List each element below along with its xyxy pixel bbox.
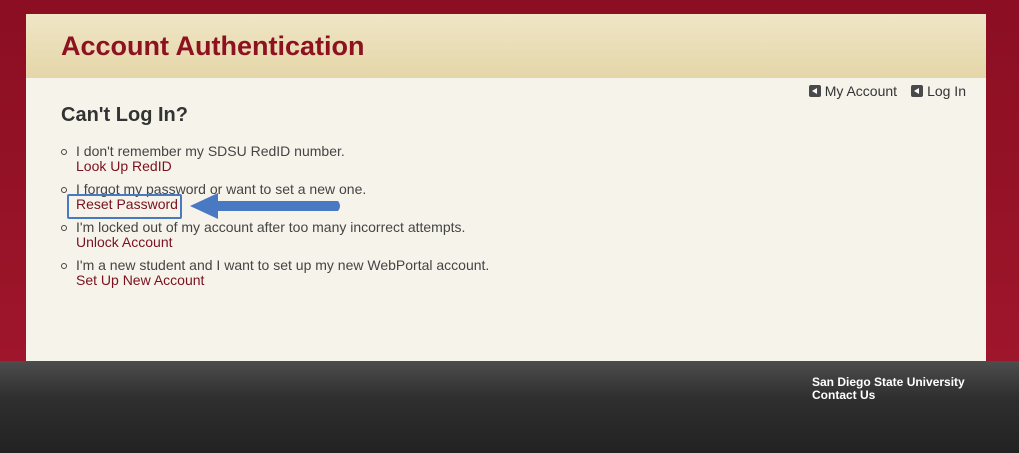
list-item: I'm locked out of my account after too m… — [61, 220, 489, 258]
footer-links: San Diego State University Contact Us — [812, 376, 965, 402]
section-heading: Can't Log In? — [61, 104, 188, 126]
look-up-redid-link[interactable]: Look Up RedID — [76, 159, 172, 174]
bullet-icon — [61, 263, 67, 269]
footer-shade-right — [986, 361, 1019, 453]
bullet-icon — [61, 225, 67, 231]
footer-shade-left — [0, 361, 26, 453]
bullet-icon — [61, 149, 67, 155]
pointer-arrow-icon — [190, 193, 340, 219]
reset-password-link[interactable]: Reset Password — [76, 197, 178, 212]
set-up-new-account-link[interactable]: Set Up New Account — [76, 273, 204, 288]
left-arrow-icon — [911, 85, 924, 97]
page-footer: San Diego State University Contact Us — [26, 361, 986, 453]
page-title: Account Authentication — [61, 31, 365, 61]
left-arrow-icon — [808, 85, 821, 97]
list-item: I don't remember my SDSU RedID number. L… — [61, 144, 489, 182]
item-description: I don't remember my SDSU RedID number. — [76, 143, 345, 159]
bullet-icon — [61, 187, 67, 193]
top-nav: My Account Log In — [808, 83, 966, 99]
my-account-link[interactable]: My Account — [808, 83, 898, 99]
log-in-link[interactable]: Log In — [911, 83, 966, 99]
unlock-account-link[interactable]: Unlock Account — [76, 235, 173, 250]
log-in-label: Log In — [927, 83, 966, 99]
contact-us-link[interactable]: Contact Us — [812, 389, 965, 402]
my-account-label: My Account — [824, 83, 898, 99]
page-header: Account Authentication — [26, 14, 986, 78]
item-description: I'm locked out of my account after too m… — [76, 219, 466, 235]
page-panel: Account Authentication My Account Log In… — [26, 14, 986, 361]
item-description: I'm a new student and I want to set up m… — [76, 257, 490, 273]
list-item: I'm a new student and I want to set up m… — [61, 258, 489, 296]
